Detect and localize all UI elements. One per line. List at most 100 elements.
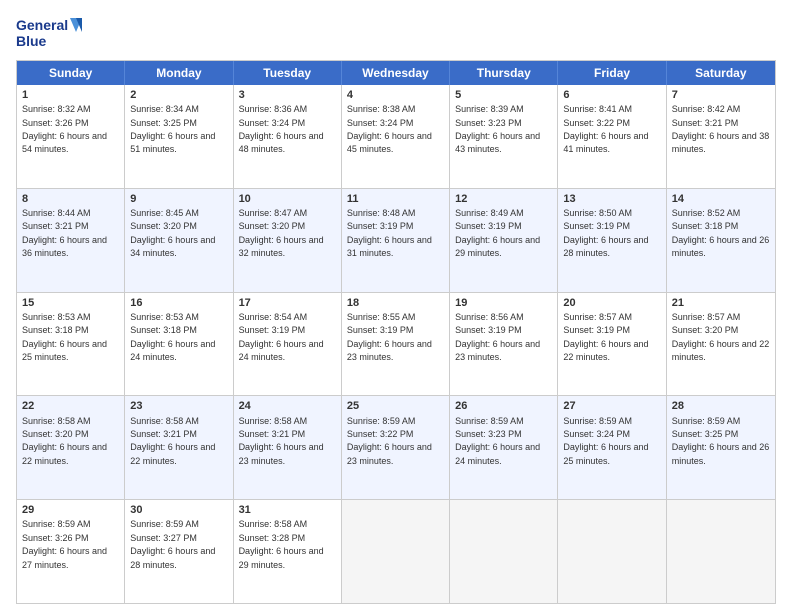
calendar-body: 1 Sunrise: 8:32 AMSunset: 3:26 PMDayligh…: [17, 85, 775, 603]
day-cell-31: 31 Sunrise: 8:58 AMSunset: 3:28 PMDaylig…: [234, 500, 342, 603]
day-header-sunday: Sunday: [17, 61, 125, 85]
day-cell-11: 11 Sunrise: 8:48 AMSunset: 3:19 PMDaylig…: [342, 189, 450, 292]
day-info: Sunrise: 8:42 AMSunset: 3:21 PMDaylight:…: [672, 104, 770, 154]
day-info: Sunrise: 8:50 AMSunset: 3:19 PMDaylight:…: [563, 208, 648, 258]
empty-cell: [342, 500, 450, 603]
day-number: 25: [347, 399, 444, 413]
day-number: 11: [347, 192, 444, 206]
day-cell-20: 20 Sunrise: 8:57 AMSunset: 3:19 PMDaylig…: [558, 293, 666, 396]
day-number: 10: [239, 192, 336, 206]
day-info: Sunrise: 8:36 AMSunset: 3:24 PMDaylight:…: [239, 104, 324, 154]
day-cell-16: 16 Sunrise: 8:53 AMSunset: 3:18 PMDaylig…: [125, 293, 233, 396]
general-blue-icon: GeneralBlue: [16, 16, 86, 52]
day-number: 14: [672, 192, 770, 206]
day-info: Sunrise: 8:47 AMSunset: 3:20 PMDaylight:…: [239, 208, 324, 258]
empty-cell: [450, 500, 558, 603]
day-info: Sunrise: 8:45 AMSunset: 3:20 PMDaylight:…: [130, 208, 215, 258]
day-cell-4: 4 Sunrise: 8:38 AMSunset: 3:24 PMDayligh…: [342, 85, 450, 188]
day-number: 17: [239, 296, 336, 310]
day-info: Sunrise: 8:44 AMSunset: 3:21 PMDaylight:…: [22, 208, 107, 258]
day-number: 31: [239, 503, 336, 517]
day-cell-25: 25 Sunrise: 8:59 AMSunset: 3:22 PMDaylig…: [342, 396, 450, 499]
day-cell-29: 29 Sunrise: 8:59 AMSunset: 3:26 PMDaylig…: [17, 500, 125, 603]
calendar-week-4: 22 Sunrise: 8:58 AMSunset: 3:20 PMDaylig…: [17, 395, 775, 499]
day-number: 22: [22, 399, 119, 413]
day-number: 16: [130, 296, 227, 310]
day-number: 1: [22, 88, 119, 102]
empty-cell: [558, 500, 666, 603]
day-info: Sunrise: 8:48 AMSunset: 3:19 PMDaylight:…: [347, 208, 432, 258]
calendar-week-2: 8 Sunrise: 8:44 AMSunset: 3:21 PMDayligh…: [17, 188, 775, 292]
day-number: 4: [347, 88, 444, 102]
day-number: 7: [672, 88, 770, 102]
day-cell-27: 27 Sunrise: 8:59 AMSunset: 3:24 PMDaylig…: [558, 396, 666, 499]
day-info: Sunrise: 8:54 AMSunset: 3:19 PMDaylight:…: [239, 312, 324, 362]
day-info: Sunrise: 8:58 AMSunset: 3:21 PMDaylight:…: [239, 416, 324, 466]
day-number: 6: [563, 88, 660, 102]
day-info: Sunrise: 8:53 AMSunset: 3:18 PMDaylight:…: [130, 312, 215, 362]
day-info: Sunrise: 8:34 AMSunset: 3:25 PMDaylight:…: [130, 104, 215, 154]
day-cell-8: 8 Sunrise: 8:44 AMSunset: 3:21 PMDayligh…: [17, 189, 125, 292]
day-cell-21: 21 Sunrise: 8:57 AMSunset: 3:20 PMDaylig…: [667, 293, 775, 396]
day-number: 8: [22, 192, 119, 206]
day-number: 29: [22, 503, 119, 517]
day-cell-12: 12 Sunrise: 8:49 AMSunset: 3:19 PMDaylig…: [450, 189, 558, 292]
day-header-monday: Monday: [125, 61, 233, 85]
day-info: Sunrise: 8:59 AMSunset: 3:23 PMDaylight:…: [455, 416, 540, 466]
day-info: Sunrise: 8:59 AMSunset: 3:25 PMDaylight:…: [672, 416, 770, 466]
day-cell-1: 1 Sunrise: 8:32 AMSunset: 3:26 PMDayligh…: [17, 85, 125, 188]
day-info: Sunrise: 8:53 AMSunset: 3:18 PMDaylight:…: [22, 312, 107, 362]
day-number: 18: [347, 296, 444, 310]
day-number: 30: [130, 503, 227, 517]
day-cell-13: 13 Sunrise: 8:50 AMSunset: 3:19 PMDaylig…: [558, 189, 666, 292]
day-number: 13: [563, 192, 660, 206]
calendar-week-1: 1 Sunrise: 8:32 AMSunset: 3:26 PMDayligh…: [17, 85, 775, 188]
day-number: 9: [130, 192, 227, 206]
day-cell-15: 15 Sunrise: 8:53 AMSunset: 3:18 PMDaylig…: [17, 293, 125, 396]
day-info: Sunrise: 8:55 AMSunset: 3:19 PMDaylight:…: [347, 312, 432, 362]
day-cell-14: 14 Sunrise: 8:52 AMSunset: 3:18 PMDaylig…: [667, 189, 775, 292]
day-info: Sunrise: 8:58 AMSunset: 3:28 PMDaylight:…: [239, 519, 324, 569]
day-number: 15: [22, 296, 119, 310]
day-cell-7: 7 Sunrise: 8:42 AMSunset: 3:21 PMDayligh…: [667, 85, 775, 188]
day-header-wednesday: Wednesday: [342, 61, 450, 85]
empty-cell: [667, 500, 775, 603]
day-header-tuesday: Tuesday: [234, 61, 342, 85]
page: GeneralBlue SundayMondayTuesdayWednesday…: [0, 0, 792, 612]
day-number: 19: [455, 296, 552, 310]
calendar-week-5: 29 Sunrise: 8:59 AMSunset: 3:26 PMDaylig…: [17, 499, 775, 603]
day-info: Sunrise: 8:49 AMSunset: 3:19 PMDaylight:…: [455, 208, 540, 258]
svg-text:General: General: [16, 17, 68, 33]
day-info: Sunrise: 8:32 AMSunset: 3:26 PMDaylight:…: [22, 104, 107, 154]
day-number: 26: [455, 399, 552, 413]
day-number: 3: [239, 88, 336, 102]
day-number: 27: [563, 399, 660, 413]
header: GeneralBlue: [16, 12, 776, 52]
day-cell-19: 19 Sunrise: 8:56 AMSunset: 3:19 PMDaylig…: [450, 293, 558, 396]
day-cell-24: 24 Sunrise: 8:58 AMSunset: 3:21 PMDaylig…: [234, 396, 342, 499]
day-number: 20: [563, 296, 660, 310]
day-cell-2: 2 Sunrise: 8:34 AMSunset: 3:25 PMDayligh…: [125, 85, 233, 188]
day-cell-22: 22 Sunrise: 8:58 AMSunset: 3:20 PMDaylig…: [17, 396, 125, 499]
day-cell-6: 6 Sunrise: 8:41 AMSunset: 3:22 PMDayligh…: [558, 85, 666, 188]
calendar-week-3: 15 Sunrise: 8:53 AMSunset: 3:18 PMDaylig…: [17, 292, 775, 396]
day-info: Sunrise: 8:39 AMSunset: 3:23 PMDaylight:…: [455, 104, 540, 154]
day-info: Sunrise: 8:58 AMSunset: 3:20 PMDaylight:…: [22, 416, 107, 466]
day-info: Sunrise: 8:59 AMSunset: 3:27 PMDaylight:…: [130, 519, 215, 569]
day-header-friday: Friday: [558, 61, 666, 85]
day-cell-17: 17 Sunrise: 8:54 AMSunset: 3:19 PMDaylig…: [234, 293, 342, 396]
day-info: Sunrise: 8:41 AMSunset: 3:22 PMDaylight:…: [563, 104, 648, 154]
day-info: Sunrise: 8:56 AMSunset: 3:19 PMDaylight:…: [455, 312, 540, 362]
day-info: Sunrise: 8:57 AMSunset: 3:20 PMDaylight:…: [672, 312, 770, 362]
day-number: 21: [672, 296, 770, 310]
day-cell-5: 5 Sunrise: 8:39 AMSunset: 3:23 PMDayligh…: [450, 85, 558, 188]
day-header-saturday: Saturday: [667, 61, 775, 85]
calendar-header: SundayMondayTuesdayWednesdayThursdayFrid…: [17, 61, 775, 85]
day-header-thursday: Thursday: [450, 61, 558, 85]
day-cell-3: 3 Sunrise: 8:36 AMSunset: 3:24 PMDayligh…: [234, 85, 342, 188]
day-info: Sunrise: 8:57 AMSunset: 3:19 PMDaylight:…: [563, 312, 648, 362]
day-info: Sunrise: 8:52 AMSunset: 3:18 PMDaylight:…: [672, 208, 770, 258]
day-cell-9: 9 Sunrise: 8:45 AMSunset: 3:20 PMDayligh…: [125, 189, 233, 292]
day-cell-28: 28 Sunrise: 8:59 AMSunset: 3:25 PMDaylig…: [667, 396, 775, 499]
day-cell-30: 30 Sunrise: 8:59 AMSunset: 3:27 PMDaylig…: [125, 500, 233, 603]
